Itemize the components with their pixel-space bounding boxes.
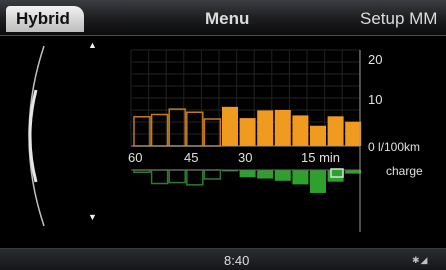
clock: 8:40 — [224, 253, 250, 268]
setup-mm-label[interactable]: Setup MM — [360, 9, 437, 29]
x-tick-60: 60 — [128, 150, 142, 165]
bars-recent-bar — [327, 116, 344, 146]
x-tick-15: 15 min — [301, 150, 340, 165]
bars-recent-bar — [274, 110, 291, 146]
charge-hist-bar — [150, 169, 169, 185]
energy-scroll-panel[interactable]: ▲ ▼ — [0, 36, 118, 234]
x-tick-30: 30 — [238, 150, 252, 165]
header-bar: Hybrid Menu Setup MM — [0, 0, 446, 36]
scroll-up-icon[interactable]: ▲ — [88, 40, 97, 50]
y-tick-0: 0 l/100km — [368, 140, 420, 154]
charge-hist-bar — [203, 169, 222, 180]
y-tick-10: 10 — [368, 92, 382, 107]
charge-recent-bar — [239, 170, 256, 178]
bars-hist-bar — [150, 113, 169, 147]
tab-hybrid[interactable]: Hybrid — [6, 6, 84, 32]
consumption-chart: 60 45 30 15 min 20 10 0 l/100km charge — [128, 49, 423, 232]
charge-hist-bar — [168, 169, 186, 184]
bars-hist-bar — [133, 116, 151, 147]
status-bar: 8:40 ✱◢ — [0, 248, 446, 270]
bars-recent-bar — [257, 110, 274, 146]
charge-recent-bar — [310, 170, 326, 193]
y-tick-20: 20 — [368, 52, 382, 67]
bars-hist-bar — [203, 118, 222, 147]
charge-recent-bar — [257, 170, 274, 179]
bars-recent-bar — [345, 121, 362, 146]
charge-recent-bar — [345, 170, 362, 174]
bars-recent-bar — [222, 106, 238, 146]
scroll-down-icon[interactable]: ▼ — [88, 212, 97, 222]
bars-hist-bar — [168, 108, 186, 147]
bars-hist-bar — [186, 111, 204, 147]
consumption-history-bars — [133, 108, 222, 147]
bars-recent-bar — [239, 118, 256, 146]
curved-scale-graphic — [28, 45, 45, 227]
charge-recent-bar — [274, 170, 291, 181]
mmi-screen: Hybrid Menu Setup MM ▲ ▼ 60 45 30 15 min… — [0, 0, 446, 270]
current-charge-indicator — [330, 168, 344, 178]
charge-history-bars — [133, 169, 222, 186]
charge-label: charge — [386, 164, 423, 178]
bars-recent-bar — [310, 125, 326, 146]
menu-title[interactable]: Menu — [205, 9, 249, 29]
signal-icon: ✱◢ — [412, 255, 429, 265]
charge-recent-bar — [292, 170, 309, 185]
x-tick-45: 45 — [184, 150, 198, 165]
bars-recent-bar — [292, 115, 309, 146]
consumption-recent-bars — [222, 106, 362, 146]
charge-hist-bar — [186, 169, 204, 186]
